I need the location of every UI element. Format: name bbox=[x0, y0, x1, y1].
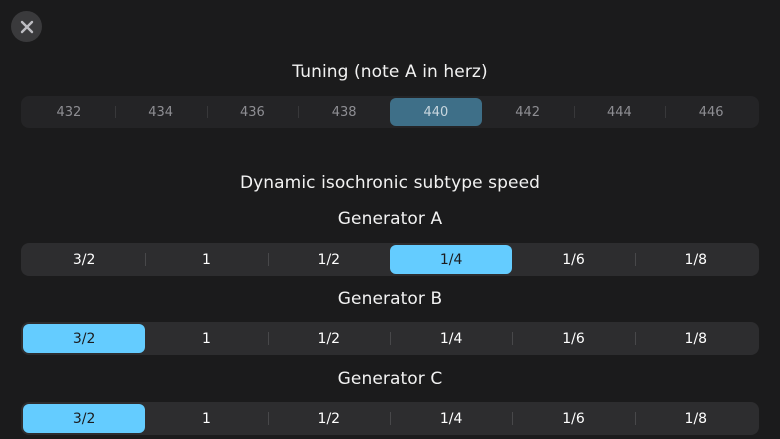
generator-c-label: Generator C bbox=[337, 369, 443, 389]
tuning-option-446[interactable]: 446 bbox=[665, 98, 757, 126]
settings-screen: Tuning (note A in herz) 432 434 436 438 … bbox=[0, 0, 780, 439]
generator-a-selector: 3/2 1 1/2 1/4 1/6 1/8 bbox=[21, 243, 759, 276]
generator-c-option-1[interactable]: 1 bbox=[145, 404, 267, 433]
generator-a-option-1-8[interactable]: 1/8 bbox=[634, 245, 757, 274]
generator-b-label: Generator B bbox=[337, 289, 443, 309]
generator-b-option-1-2[interactable]: 1/2 bbox=[267, 324, 390, 353]
tuning-title: Tuning (note A in herz) bbox=[292, 62, 488, 82]
generator-b-option-1-4[interactable]: 1/4 bbox=[389, 324, 512, 353]
generator-a-option-1-6[interactable]: 1/6 bbox=[512, 245, 634, 274]
tuning-option-444[interactable]: 444 bbox=[573, 98, 666, 126]
close-button[interactable] bbox=[11, 11, 42, 42]
tuning-option-436[interactable]: 436 bbox=[206, 98, 299, 126]
generator-c-option-1-8[interactable]: 1/8 bbox=[634, 404, 757, 433]
tuning-option-434[interactable]: 434 bbox=[114, 98, 207, 126]
generator-a-option-1[interactable]: 1 bbox=[145, 245, 267, 274]
tuning-option-432[interactable]: 432 bbox=[23, 98, 115, 126]
generator-b-option-3-2[interactable]: 3/2 bbox=[23, 324, 146, 353]
generator-c-option-1-6[interactable]: 1/6 bbox=[512, 404, 634, 433]
generator-a-label: Generator A bbox=[337, 209, 443, 229]
generator-b-option-1-6[interactable]: 1/6 bbox=[512, 324, 634, 353]
tuning-option-440[interactable]: 440 bbox=[390, 98, 482, 126]
generator-a-option-1-2[interactable]: 1/2 bbox=[267, 245, 390, 274]
close-icon bbox=[20, 20, 33, 33]
generator-a-option-3-2[interactable]: 3/2 bbox=[23, 245, 145, 274]
generator-c-selector: 3/2 1 1/2 1/4 1/6 1/8 bbox=[21, 402, 759, 435]
tuning-option-438[interactable]: 438 bbox=[298, 98, 390, 126]
speed-section-title: Dynamic isochronic subtype speed bbox=[239, 173, 541, 193]
generator-a-option-1-4[interactable]: 1/4 bbox=[389, 245, 513, 274]
tuning-option-442[interactable]: 442 bbox=[482, 98, 574, 126]
generator-c-option-3-2[interactable]: 3/2 bbox=[23, 404, 146, 433]
generator-b-option-1-8[interactable]: 1/8 bbox=[634, 324, 757, 353]
generator-c-option-1-2[interactable]: 1/2 bbox=[267, 404, 390, 433]
tuning-selector: 432 434 436 438 440 442 444 446 bbox=[21, 96, 759, 128]
generator-b-selector: 3/2 1 1/2 1/4 1/6 1/8 bbox=[21, 322, 759, 355]
generator-b-option-1[interactable]: 1 bbox=[145, 324, 267, 353]
generator-c-option-1-4[interactable]: 1/4 bbox=[389, 404, 512, 433]
